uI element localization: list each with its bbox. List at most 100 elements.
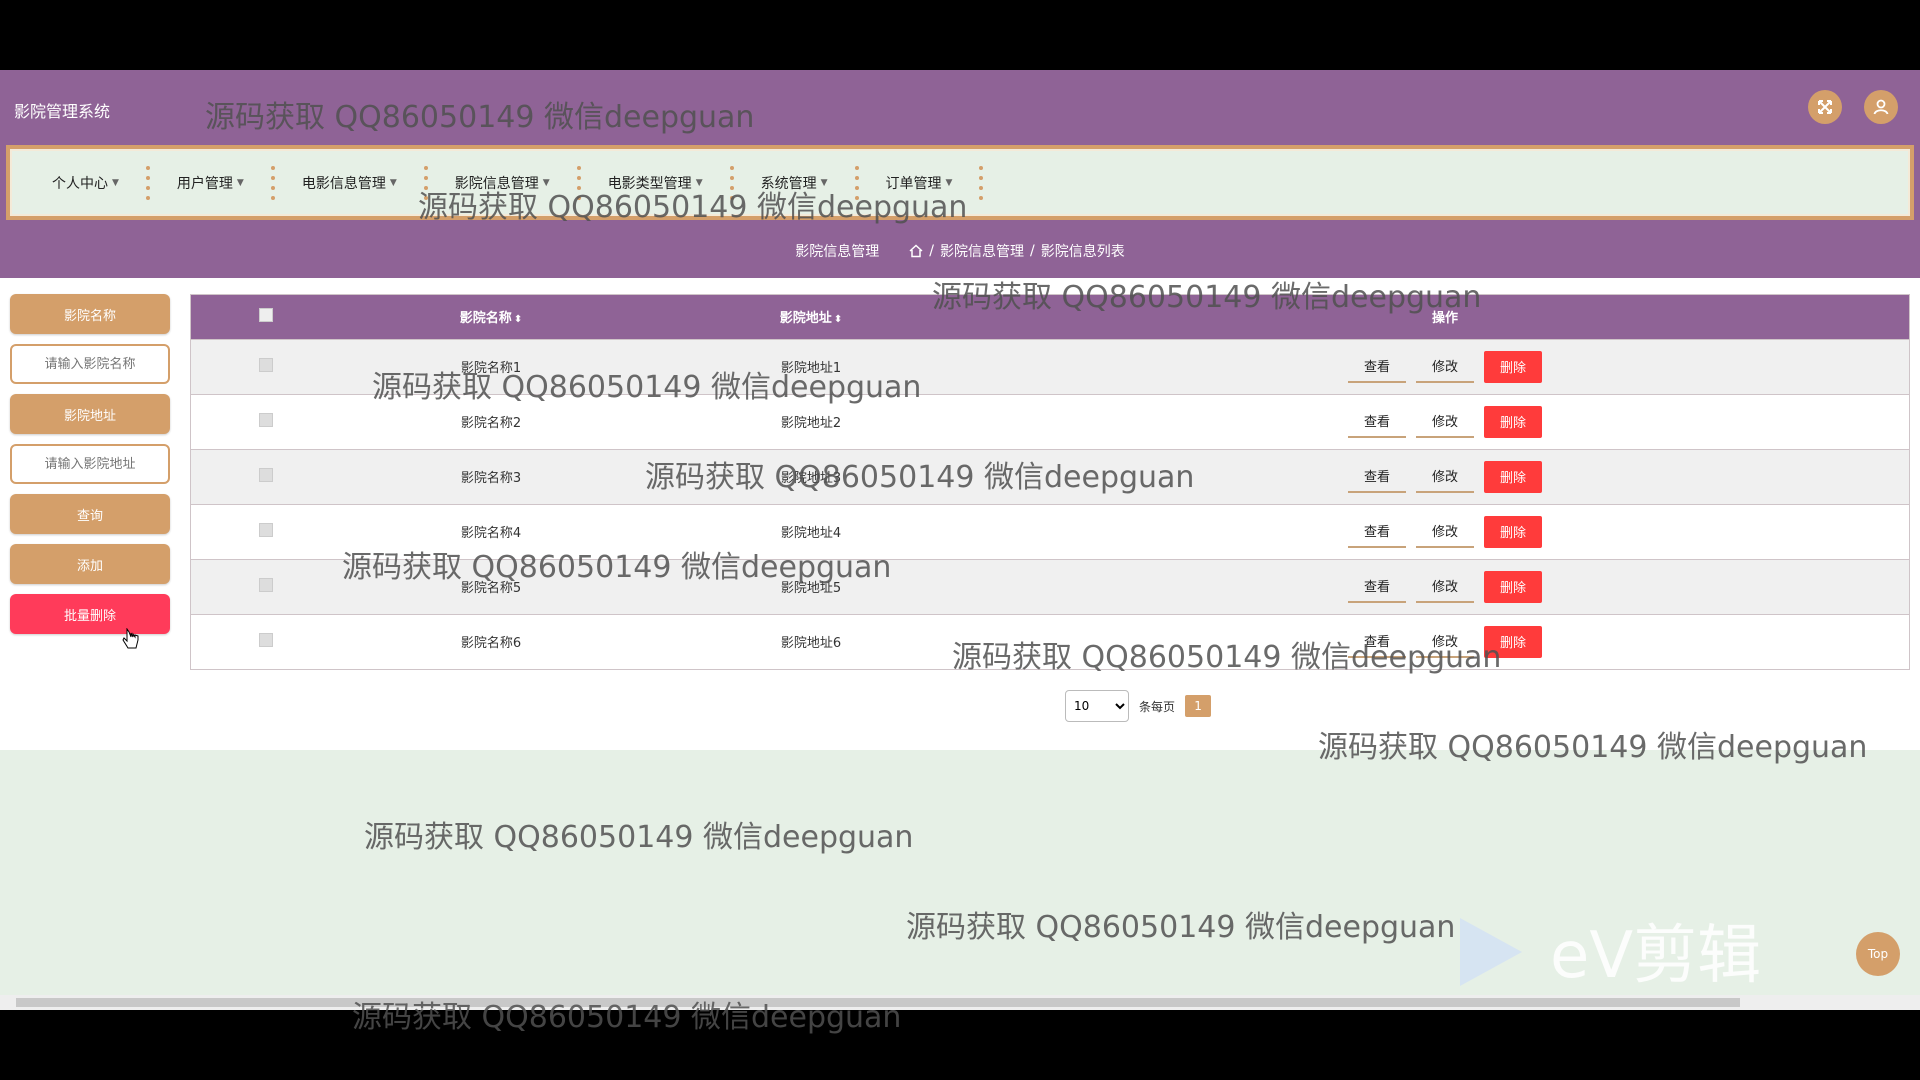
- nav-item-personal-center[interactable]: 个人中心 ▼: [40, 168, 131, 198]
- cinema-name-cell: 影院名称5: [460, 581, 522, 596]
- row-select-cell: [191, 504, 341, 559]
- nav-label: 电影信息管理: [301, 175, 386, 192]
- actions-cell: 查看 修改 删除: [981, 614, 1909, 669]
- nav-item-cinema-info[interactable]: 影院信息管理 ▼: [443, 168, 562, 198]
- row-checkbox[interactable]: [259, 357, 273, 372]
- delete-button[interactable]: 删除: [1484, 570, 1542, 603]
- view-button[interactable]: 查看: [1348, 461, 1406, 493]
- chevron-down-icon: ▼: [945, 177, 953, 188]
- row-checkbox[interactable]: [259, 412, 273, 427]
- page-number-button[interactable]: 1: [1185, 695, 1212, 717]
- nav-divider: [854, 165, 860, 200]
- table-row: 影院名称3 影院地址3 查看 修改 删除: [191, 449, 1909, 504]
- table-row: 影院名称2 影院地址2 查看 修改 删除: [191, 394, 1909, 449]
- header-label: 影院名称: [459, 311, 512, 327]
- edit-button[interactable]: 修改: [1416, 626, 1474, 658]
- home-icon[interactable]: [909, 244, 923, 258]
- video-frame: 影院管理系统 个人中心 ▼ 用户管理 ▼ 电影信息管理 ▼ 影院信息管理 ▼ 电影类型管…: [0, 0, 1920, 1080]
- chevron-down-icon: ▼: [112, 177, 119, 188]
- actions-cell: 查看 修改 删除: [981, 394, 1909, 449]
- column-header-name[interactable]: 影院名称 ⬍: [341, 295, 641, 339]
- nav-item-user-management[interactable]: 用户管理 ▼: [165, 168, 256, 198]
- table-row: 影院名称5 影院地址5 查看 修改 删除: [191, 559, 1909, 614]
- nav-label: 系统管理: [760, 175, 817, 192]
- nav-divider: [576, 165, 582, 200]
- view-button[interactable]: 查看: [1348, 406, 1406, 438]
- breadcrumb-item-cinema-info[interactable]: 影院信息管理: [940, 241, 1024, 261]
- cinema-name-cell: 影院名称1: [460, 361, 522, 376]
- view-button[interactable]: 查看: [1348, 516, 1406, 548]
- cinema-name-input[interactable]: [10, 344, 170, 384]
- nav-label: 个人中心: [52, 175, 108, 192]
- delete-button[interactable]: 删除: [1484, 625, 1542, 658]
- chevron-down-icon: ▼: [695, 177, 703, 188]
- breadcrumb-item-cinema-list: 影院信息列表: [1040, 244, 1125, 260]
- nav-item-system[interactable]: 系统管理 ▼: [749, 168, 840, 198]
- cinema-table: 影院名称 ⬍ 影院地址 ⬍ 操作 影院名称1 影院地址1 查看 修改 删除 影院名称2 影院地址…: [190, 294, 1910, 670]
- batch-delete-button[interactable]: 批量删除: [10, 594, 170, 634]
- view-button[interactable]: 查看: [1348, 571, 1406, 603]
- cinema-name-label: 影院名称: [10, 294, 170, 334]
- nav-label: 订单管理: [885, 175, 942, 192]
- search-button[interactable]: 查询: [10, 494, 170, 534]
- breadcrumb-bar: 影院信息管理 / 影院信息管理 / 影院信息列表: [0, 224, 1920, 278]
- delete-button[interactable]: 删除: [1484, 515, 1542, 548]
- sort-icon: ⬍: [833, 314, 843, 326]
- column-header-address[interactable]: 影院地址 ⬍: [641, 295, 981, 339]
- row-select-cell: [191, 449, 341, 504]
- nav-divider: [978, 165, 984, 200]
- nav-divider: [270, 165, 276, 200]
- fullscreen-icon[interactable]: [1808, 90, 1842, 124]
- delete-button[interactable]: 删除: [1484, 350, 1542, 383]
- delete-button[interactable]: 删除: [1484, 460, 1542, 493]
- view-button[interactable]: 查看: [1348, 626, 1406, 658]
- actions-cell: 查看 修改 删除: [981, 504, 1909, 559]
- chevron-down-icon: ▼: [542, 177, 550, 188]
- cinema-address-cell: 影院地址4: [780, 526, 842, 541]
- nav-label: 影院信息管理: [454, 175, 539, 192]
- chevron-down-icon: ▼: [389, 177, 397, 188]
- user-avatar-icon[interactable]: [1864, 90, 1898, 124]
- page-title: 影院信息管理: [795, 244, 880, 260]
- select-all-checkbox[interactable]: [259, 307, 273, 322]
- row-select-cell: [191, 559, 341, 614]
- edit-button[interactable]: 修改: [1416, 516, 1474, 548]
- row-checkbox[interactable]: [259, 632, 273, 647]
- page-size-select[interactable]: 10: [1065, 690, 1129, 722]
- table-row: 影院名称4 影院地址4 查看 修改 删除: [191, 504, 1909, 559]
- sort-icon: ⬍: [513, 314, 523, 326]
- edit-button[interactable]: 修改: [1416, 406, 1474, 438]
- table-row: 影院名称6 影院地址6 查看 修改 删除: [191, 614, 1909, 669]
- cinema-address-input[interactable]: [10, 444, 170, 484]
- breadcrumb-separator: /: [929, 243, 934, 259]
- nav-item-movie-type[interactable]: 电影类型管理 ▼: [596, 168, 715, 198]
- row-select-cell: [191, 339, 341, 394]
- main-nav: 个人中心 ▼ 用户管理 ▼ 电影信息管理 ▼ 影院信息管理 ▼ 电影类型管理 ▼ 系统管理…: [6, 145, 1914, 220]
- nav-bar-wrapper: 个人中心 ▼ 用户管理 ▼ 电影信息管理 ▼ 影院信息管理 ▼ 电影类型管理 ▼ 系统管理…: [0, 142, 1920, 224]
- nav-divider: [145, 165, 151, 200]
- nav-divider: [423, 165, 429, 200]
- row-checkbox[interactable]: [259, 577, 273, 592]
- edit-button[interactable]: 修改: [1416, 571, 1474, 603]
- row-checkbox[interactable]: [259, 467, 273, 482]
- breadcrumb-separator: /: [1030, 243, 1035, 259]
- per-page-label: 条每页: [1139, 699, 1176, 714]
- view-button[interactable]: 查看: [1348, 351, 1406, 383]
- header-label: 影院地址: [779, 311, 832, 327]
- pagination: 10 条每页 1: [1065, 690, 1212, 722]
- table-header-row: 影院名称 ⬍ 影院地址 ⬍ 操作: [191, 295, 1909, 339]
- horizontal-scrollbar[interactable]: [0, 995, 1920, 1010]
- cinema-address-cell: 影院地址1: [780, 361, 842, 376]
- scrollbar-thumb[interactable]: [16, 998, 1740, 1007]
- back-to-top-button[interactable]: Top: [1856, 932, 1900, 976]
- row-checkbox[interactable]: [259, 522, 273, 537]
- edit-button[interactable]: 修改: [1416, 461, 1474, 493]
- actions-cell: 查看 修改 删除: [981, 339, 1909, 394]
- add-button[interactable]: 添加: [10, 544, 170, 584]
- nav-item-orders[interactable]: 订单管理 ▼: [874, 168, 965, 198]
- edit-button[interactable]: 修改: [1416, 351, 1474, 383]
- nav-divider: [729, 165, 735, 200]
- delete-button[interactable]: 删除: [1484, 405, 1542, 438]
- cinema-address-cell: 影院地址6: [780, 636, 842, 652]
- nav-item-movie-info[interactable]: 电影信息管理 ▼: [290, 168, 409, 198]
